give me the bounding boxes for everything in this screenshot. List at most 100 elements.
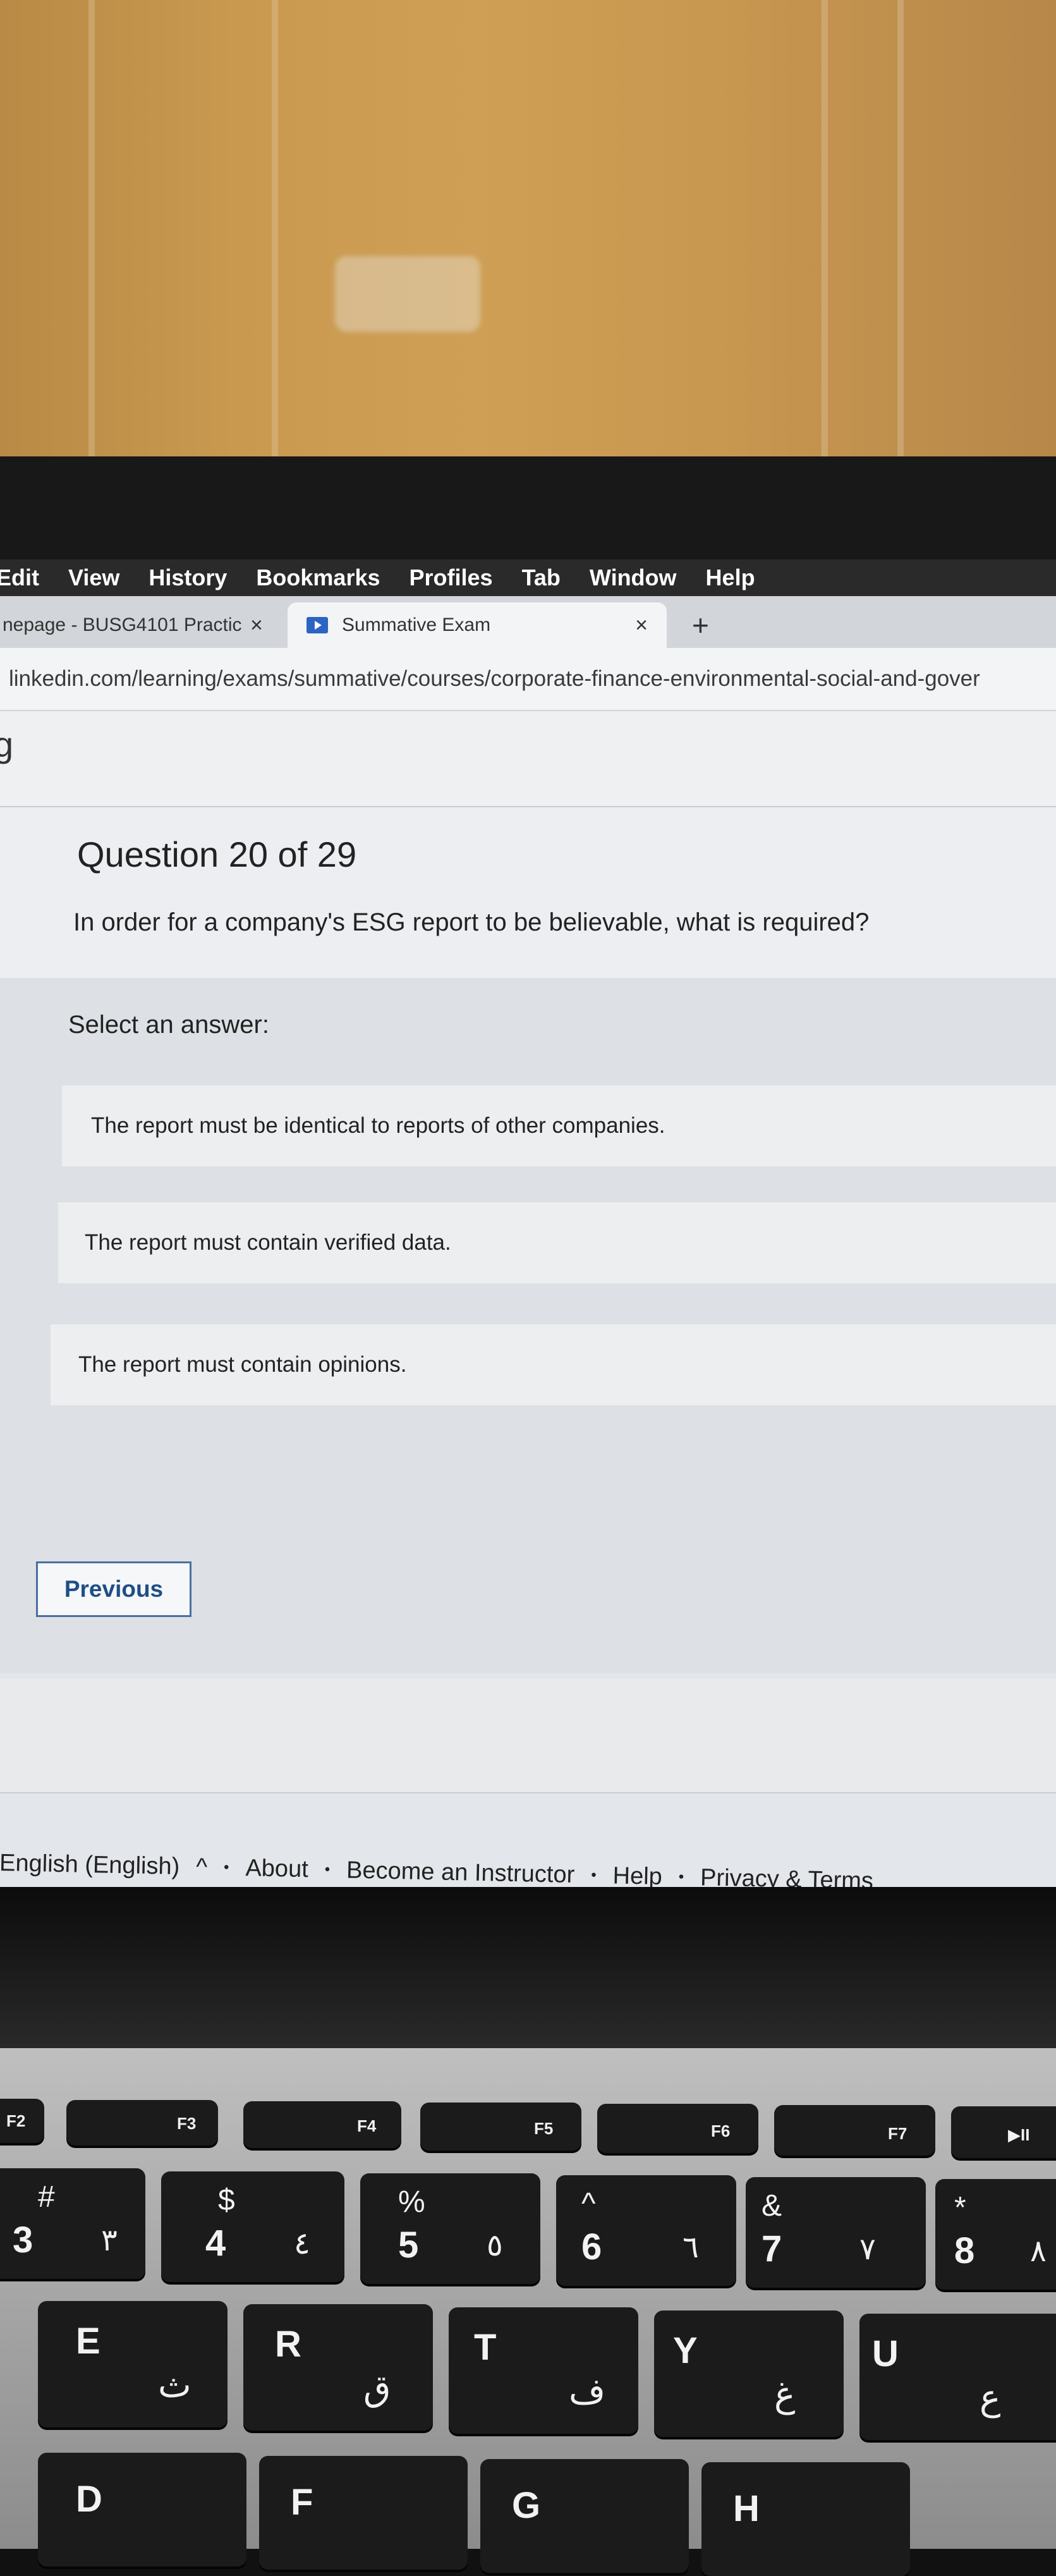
key-r[interactable]: R ق <box>243 2304 433 2431</box>
key-4[interactable]: $ 4 ٤ <box>161 2171 344 2282</box>
menu-help[interactable]: Help <box>706 565 755 591</box>
keyboard: F2 F3 F4 F5 F6 F7 ▶II # 3 ٣ $ 4 ٤ % 5 ٥ … <box>0 2048 1056 2576</box>
key-6[interactable]: ^ 6 ٦ <box>556 2175 736 2286</box>
key-label: H <box>733 2488 760 2529</box>
key-arabic-label: ٣ <box>101 2224 118 2257</box>
wall-switch <box>335 256 480 332</box>
key-g[interactable]: G <box>480 2459 689 2573</box>
key-f7[interactable]: F7 <box>774 2105 935 2156</box>
wall-stripe <box>88 0 95 461</box>
key-label: 4 <box>205 2223 226 2264</box>
laptop-bezel <box>0 456 1056 564</box>
footer-link-about[interactable]: About <box>245 1855 308 1883</box>
laptop-screen: Edit View History Bookmarks Profiles Tab… <box>0 559 1056 1887</box>
key-t[interactable]: T ف <box>449 2307 638 2434</box>
key-symbol: * <box>954 2191 966 2225</box>
key-arabic-label: ٥ <box>487 2229 503 2262</box>
question-title: Question 20 of 29 <box>77 834 357 874</box>
menu-tab[interactable]: Tab <box>522 565 561 591</box>
footer-link-instructor[interactable]: Become an Instructor <box>346 1857 575 1887</box>
key-label: F3 <box>177 2114 197 2133</box>
answer-option[interactable]: The report must contain verified data. <box>58 1202 1056 1283</box>
site-logo[interactable]: g <box>0 724 13 765</box>
key-arabic-label: ٨ <box>1030 2235 1047 2268</box>
tab-bar: nepage - BUSG4101 Practic × Summative Ex… <box>0 596 1056 648</box>
key-symbol: $ <box>218 2183 235 2217</box>
key-3[interactable]: # 3 ٣ <box>0 2168 145 2279</box>
footer-separator: • <box>678 1868 684 1886</box>
footer-separator: • <box>324 1860 331 1878</box>
key-5[interactable]: % 5 ٥ <box>360 2173 540 2284</box>
key-7[interactable]: & 7 ٧ <box>746 2177 926 2288</box>
answer-option[interactable]: The report must contain opinions. <box>51 1324 1056 1405</box>
key-label: F5 <box>534 2119 554 2138</box>
address-bar[interactable]: linkedin.com/learning/exams/summative/co… <box>0 648 1056 711</box>
menu-view[interactable]: View <box>68 565 119 591</box>
key-arabic-label: غ <box>774 2374 796 2414</box>
key-arabic-label: ق <box>363 2368 391 2408</box>
background-wall <box>0 0 1056 461</box>
key-u[interactable]: U ع <box>859 2314 1056 2440</box>
key-label: ▶II <box>1008 2125 1030 2144</box>
menu-bookmarks[interactable]: Bookmarks <box>256 565 380 591</box>
key-f2[interactable]: F2 <box>0 2099 44 2143</box>
tab-practice[interactable]: nepage - BUSG4101 Practic × <box>0 602 284 648</box>
menu-edit[interactable]: Edit <box>0 565 39 591</box>
key-label: 6 <box>581 2226 602 2268</box>
close-icon[interactable]: × <box>635 613 648 638</box>
url-text[interactable]: linkedin.com/learning/exams/summative/co… <box>9 666 980 692</box>
key-label: T <box>474 2327 497 2368</box>
laptop-hinge <box>0 1887 1056 2051</box>
key-label: 8 <box>954 2230 975 2271</box>
key-label: 3 <box>13 2219 33 2261</box>
language-selector[interactable]: English (English) <box>0 1849 180 1880</box>
key-label: F6 <box>711 2121 731 2140</box>
key-d[interactable]: D <box>38 2453 246 2567</box>
key-h[interactable]: H <box>701 2462 910 2576</box>
key-arabic-label: ث <box>158 2365 191 2405</box>
key-e[interactable]: E ث <box>38 2301 228 2427</box>
question-section: Question 20 of 29 In order for a company… <box>0 807 1056 978</box>
menu-window[interactable]: Window <box>590 565 677 591</box>
linkedin-learning-icon <box>306 617 328 633</box>
key-label: 7 <box>762 2228 782 2269</box>
tab-summative-exam[interactable]: Summative Exam × <box>288 602 667 648</box>
tab-label: nepage - BUSG4101 Practic <box>3 614 242 635</box>
key-symbol: # <box>38 2180 55 2214</box>
key-label: R <box>275 2324 301 2365</box>
site-header: g <box>0 711 1056 807</box>
footer-separator: • <box>223 1859 229 1876</box>
footer-link-help[interactable]: Help <box>612 1862 662 1887</box>
key-f[interactable]: F <box>259 2456 468 2570</box>
key-label: Y <box>673 2330 698 2371</box>
key-f3[interactable]: F3 <box>66 2100 218 2146</box>
key-symbol: & <box>762 2189 782 2223</box>
key-8[interactable]: * 8 ٨ <box>935 2179 1056 2290</box>
previous-button[interactable]: Previous <box>36 1561 191 1617</box>
key-symbol: ^ <box>581 2187 596 2221</box>
answer-option[interactable]: The report must be identical to reports … <box>62 1085 1056 1166</box>
key-arabic-label: ٦ <box>683 2231 699 2264</box>
footer-link-privacy[interactable]: Privacy & Terms <box>700 1864 874 1887</box>
key-f4[interactable]: F4 <box>243 2101 401 2148</box>
menu-profiles[interactable]: Profiles <box>410 565 493 591</box>
key-label: D <box>76 2479 102 2520</box>
key-y[interactable]: Y غ <box>654 2310 844 2437</box>
key-label: F7 <box>888 2124 907 2143</box>
question-text: In order for a company's ESG report to b… <box>73 908 870 936</box>
select-answer-label: Select an answer: <box>68 1011 269 1039</box>
key-symbol: % <box>398 2185 425 2219</box>
key-play-pause[interactable]: ▶II <box>951 2106 1056 2158</box>
key-f6[interactable]: F6 <box>597 2104 758 2153</box>
key-label: U <box>872 2333 899 2374</box>
close-icon[interactable]: × <box>250 613 263 638</box>
key-f5[interactable]: F5 <box>420 2103 581 2151</box>
wall-stripe <box>272 0 278 461</box>
new-tab-button[interactable]: + <box>692 602 709 648</box>
key-label: F4 <box>357 2116 377 2135</box>
key-label: 5 <box>398 2225 419 2266</box>
chevron-up-icon[interactable]: ^ <box>196 1853 208 1881</box>
menu-history[interactable]: History <box>149 565 227 591</box>
key-label: F <box>291 2482 313 2523</box>
key-arabic-label: ٤ <box>294 2227 310 2261</box>
